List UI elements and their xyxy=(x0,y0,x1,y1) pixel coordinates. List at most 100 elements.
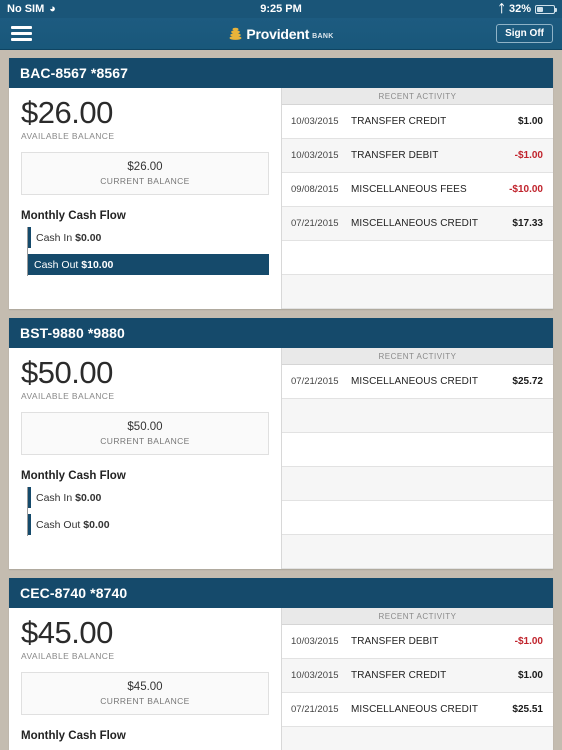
account-summary-panel: $45.00 AVAILABLE BALANCE $45.00 CURRENT BAL… xyxy=(9,608,281,750)
current-balance-label: CURRENT BALANCE xyxy=(100,695,190,706)
monthly-cash-flow-title: Monthly Cash Flow xyxy=(21,469,126,482)
transaction-amount: -$1.00 xyxy=(514,636,543,647)
hamburger-bar xyxy=(11,26,32,29)
transaction-date: 07/21/2015 xyxy=(291,376,339,387)
table-row[interactable]: 10/03/2015 TRANSFER CREDIT $1.00 xyxy=(282,105,553,139)
transaction-amount: $25.72 xyxy=(512,376,543,387)
table-row[interactable]: 07/21/2015 MISCELLANEOUS CREDIT $25.72 xyxy=(282,365,553,399)
transaction-amount: -$10.00 xyxy=(509,184,543,195)
account-card[interactable]: BAC-8567 *8567 $26.00 AVAILABLE BALANCE $26… xyxy=(9,58,553,309)
table-row-empty xyxy=(282,399,553,433)
accounts-list: BAC-8567 *8567 $26.00 AVAILABLE BALANCE $26… xyxy=(9,58,553,750)
cash-in-label: Cash In $0.00 xyxy=(31,492,101,504)
transaction-date: 07/21/2015 xyxy=(291,218,339,229)
status-bar-left: No SIM ◕ xyxy=(7,3,56,15)
recent-activity-panel: RECENT ACTIVITY 07/21/2015 MISCELLANEOUS C… xyxy=(281,348,553,569)
transaction-description: TRANSFER CREDIT xyxy=(351,116,447,127)
chart-axis xyxy=(27,486,28,536)
transaction-date: 10/03/2015 xyxy=(291,116,339,127)
available-balance-amount: $50.00 xyxy=(21,355,113,390)
table-row-empty xyxy=(282,275,553,309)
current-balance-amount: $50.00 xyxy=(127,420,163,433)
account-summary-panel: $50.00 AVAILABLE BALANCE $50.00 CURRENT BAL… xyxy=(9,348,281,569)
transaction-date: 07/21/2015 xyxy=(291,704,339,715)
cash-out-bar: Cash Out $10.00 xyxy=(28,254,269,276)
brand-subtitle: BANK xyxy=(312,32,334,40)
table-row-empty xyxy=(282,535,553,569)
cash-in-text: Cash In xyxy=(36,491,73,504)
current-balance-label: CURRENT BALANCE xyxy=(100,435,190,446)
transactions-table: 10/03/2015 TRANSFER CREDIT $1.00 10/03/2015… xyxy=(282,105,553,309)
brand-logo: Provident BANK xyxy=(0,26,562,42)
cash-out-label: Cash Out $0.00 xyxy=(31,519,110,531)
cash-in-text: Cash In xyxy=(36,231,73,244)
available-balance-label: AVAILABLE BALANCE xyxy=(21,650,115,661)
account-title: BAC-8567 *8567 xyxy=(9,58,553,88)
table-row[interactable]: 09/08/2015 MISCELLANEOUS FEES -$10.00 xyxy=(282,173,553,207)
transaction-description: TRANSFER CREDIT xyxy=(351,670,447,681)
cash-in-value: $0.00 xyxy=(75,231,102,244)
carrier-label: No SIM xyxy=(7,3,45,15)
table-row-empty xyxy=(282,727,553,750)
table-row[interactable]: 07/21/2015 MISCELLANEOUS CREDIT $25.51 xyxy=(282,693,553,727)
table-row-empty xyxy=(282,501,553,535)
transaction-amount: $1.00 xyxy=(517,670,543,681)
status-bar-right: ᛏ 32% xyxy=(498,2,557,15)
recent-activity-panel: RECENT ACTIVITY 10/03/2015 TRANSFER CREDIT… xyxy=(281,88,553,309)
available-balance-amount: $26.00 xyxy=(21,95,113,130)
battery-fill xyxy=(537,6,543,12)
table-row[interactable]: 10/03/2015 TRANSFER DEBIT -$1.00 xyxy=(282,139,553,173)
wifi-icon: ◕ xyxy=(49,2,56,15)
beehive-logo-icon xyxy=(229,27,242,40)
recent-activity-header: RECENT ACTIVITY xyxy=(282,608,553,625)
account-body: $45.00 AVAILABLE BALANCE $45.00 CURRENT BAL… xyxy=(9,608,553,750)
battery-icon xyxy=(535,4,557,14)
transaction-description: MISCELLANEOUS FEES xyxy=(351,184,467,195)
table-row[interactable]: 10/03/2015 TRANSFER CREDIT $1.00 xyxy=(282,659,553,693)
transaction-description: TRANSFER DEBIT xyxy=(351,636,439,647)
current-balance-amount: $45.00 xyxy=(127,680,163,693)
battery-percent-label: 32% xyxy=(508,3,531,15)
transaction-description: MISCELLANEOUS CREDIT xyxy=(351,376,479,387)
transaction-amount: $25.51 xyxy=(512,704,543,715)
transaction-amount: $17.33 xyxy=(512,218,543,229)
available-balance-amount: $45.00 xyxy=(21,615,113,650)
available-balance-label: AVAILABLE BALANCE xyxy=(21,130,115,141)
ios-status-bar: No SIM ◕ 9:25 PM ᛏ 32% xyxy=(0,0,562,18)
transaction-description: TRANSFER DEBIT xyxy=(351,150,439,161)
account-summary-panel: $26.00 AVAILABLE BALANCE $26.00 CURRENT BAL… xyxy=(9,88,281,309)
hamburger-menu-icon[interactable] xyxy=(9,24,34,43)
transaction-date: 09/08/2015 xyxy=(291,184,339,195)
account-card[interactable]: CEC-8740 *8740 $45.00 AVAILABLE BALANCE $45… xyxy=(9,578,553,750)
transaction-amount: $1.00 xyxy=(517,116,543,127)
recent-activity-header: RECENT ACTIVITY xyxy=(282,348,553,365)
cash-out-value: $10.00 xyxy=(81,258,114,271)
accounts-scroll-area[interactable]: BAC-8567 *8567 $26.00 AVAILABLE BALANCE $26… xyxy=(0,50,562,750)
cash-in-bar-row: Cash In $0.00 xyxy=(28,487,269,509)
table-row-empty xyxy=(282,241,553,275)
account-body: $26.00 AVAILABLE BALANCE $26.00 CURRENT BAL… xyxy=(9,88,553,309)
current-balance-box: $45.00 CURRENT BALANCE xyxy=(21,671,269,715)
cash-out-bar-row: Cash Out $10.00 xyxy=(28,254,269,276)
cash-in-label: Cash In $0.00 xyxy=(31,232,101,244)
cash-out-value: $0.00 xyxy=(83,518,110,531)
account-card[interactable]: BST-9880 *9880 $50.00 AVAILABLE BALANCE $50… xyxy=(9,318,553,569)
hamburger-bar xyxy=(11,32,32,35)
transaction-description: MISCELLANEOUS CREDIT xyxy=(351,704,479,715)
transactions-table: 07/21/2015 MISCELLANEOUS CREDIT $25.72 xyxy=(282,365,553,569)
chart-axis xyxy=(27,226,28,276)
table-row[interactable]: 10/03/2015 TRANSFER DEBIT -$1.00 xyxy=(282,625,553,659)
monthly-cash-flow-title: Monthly Cash Flow xyxy=(21,729,126,742)
account-title: BST-9880 *9880 xyxy=(9,318,553,348)
table-row-empty xyxy=(282,433,553,467)
account-title: CEC-8740 *8740 xyxy=(9,578,553,608)
cash-flow-chart: Cash In $0.00 Cash Out $10.00 xyxy=(21,226,269,276)
cash-in-value: $0.00 xyxy=(75,491,102,504)
current-balance-box: $26.00 CURRENT BALANCE xyxy=(21,151,269,195)
cash-flow-chart: Cash In $0.00 Cash Out $0.00 xyxy=(21,486,269,536)
bluetooth-icon: ᛏ xyxy=(498,2,505,15)
table-row[interactable]: 07/21/2015 MISCELLANEOUS CREDIT $17.33 xyxy=(282,207,553,241)
hamburger-bar xyxy=(11,38,32,41)
sign-off-button[interactable]: Sign Off xyxy=(496,24,553,43)
transaction-date: 10/03/2015 xyxy=(291,150,339,161)
